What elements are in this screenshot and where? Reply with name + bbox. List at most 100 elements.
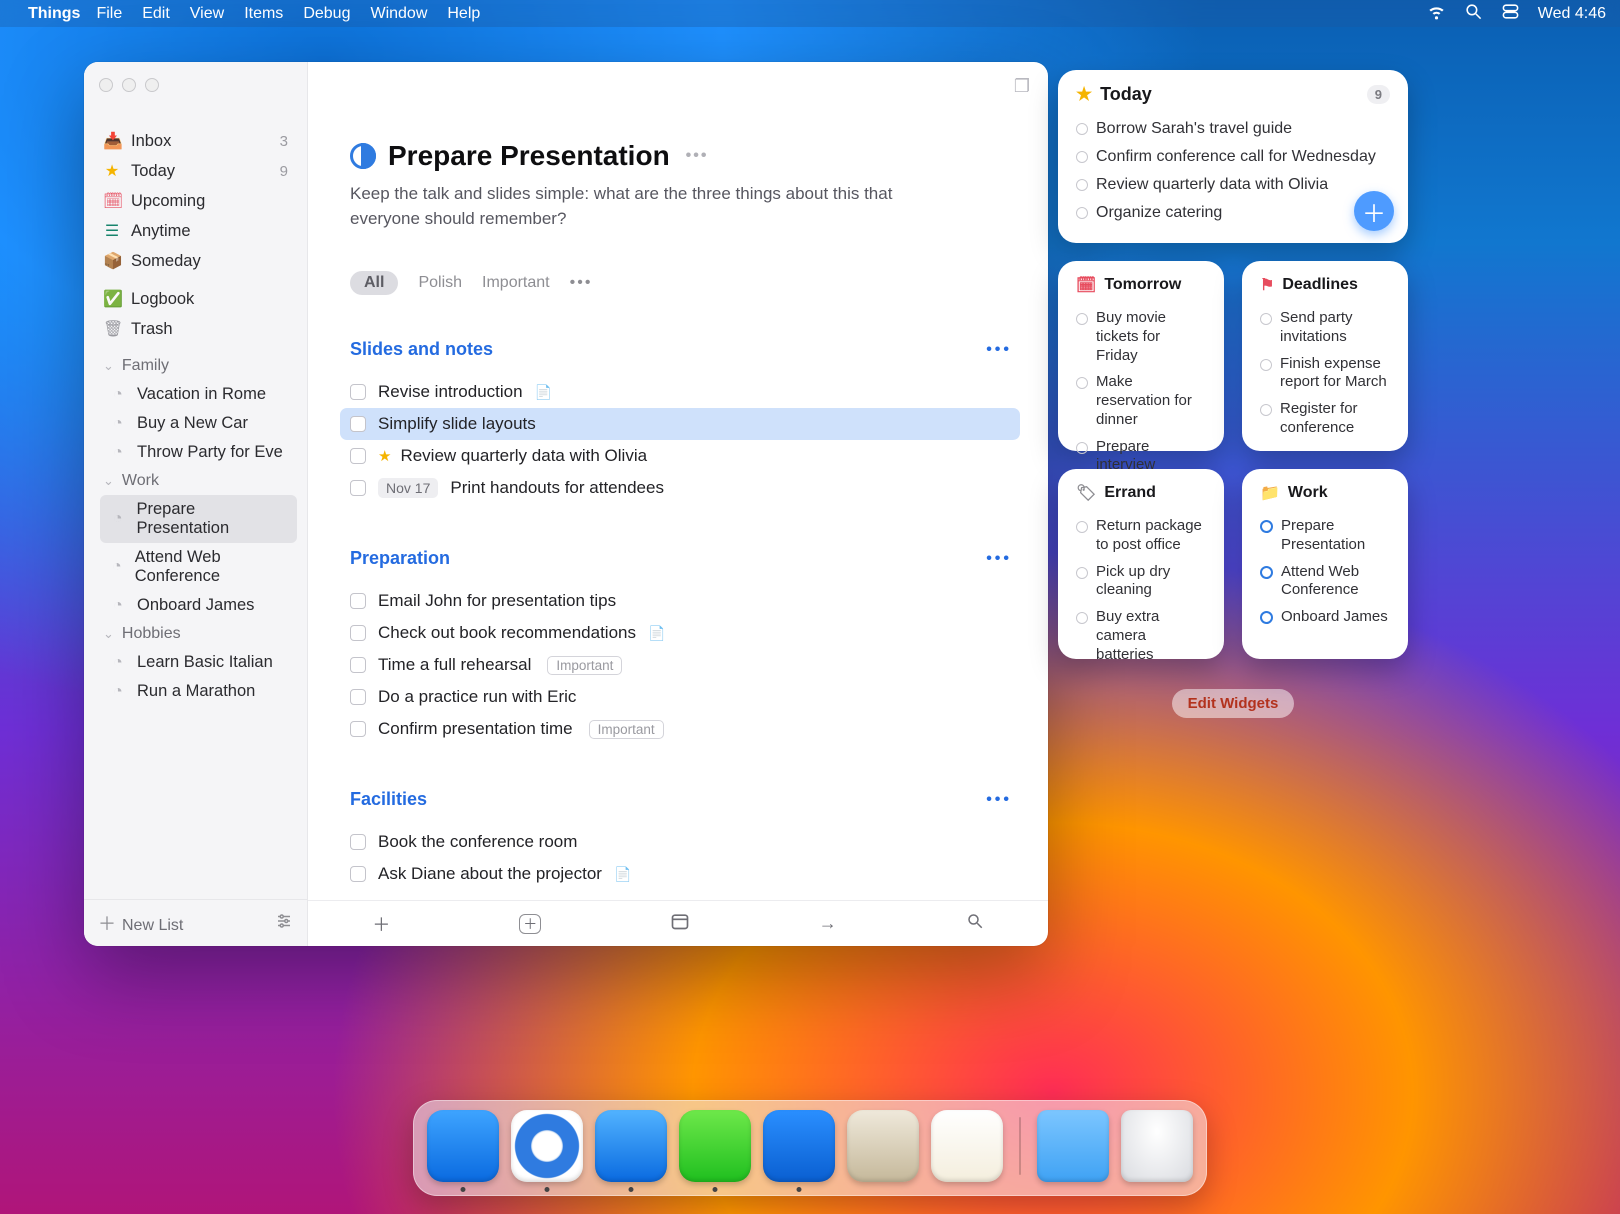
task-row[interactable]: Email John for presentation tips [350,585,1020,617]
menubar-clock[interactable]: Wed 4:46 [1538,5,1606,23]
section-more-icon[interactable]: ••• [986,341,1012,359]
sidebar-project[interactable]: ◔ Run a Marathon [100,677,297,706]
menu-file[interactable]: File [96,5,122,23]
filter-all[interactable]: All [350,271,398,295]
task-tag[interactable]: Important [589,720,664,739]
task-tag[interactable]: Important [547,656,622,675]
dock-ink[interactable] [847,1110,919,1182]
sidebar-settings-icon[interactable] [275,912,293,935]
menu-help[interactable]: Help [447,5,480,23]
task-row[interactable]: ★ Review quarterly data with Olivia [350,440,1020,472]
checkbox[interactable] [350,834,366,850]
sidebar-project[interactable]: ◔ Buy a New Car [100,409,297,438]
checkbox[interactable] [350,593,366,609]
sidebar-inbox[interactable]: 📥 Inbox 3 [94,126,297,156]
widget-today[interactable]: ★Today9 Borrow Sarah's travel guide Conf… [1058,70,1408,243]
widget-item[interactable]: Onboard James [1260,604,1390,631]
area-hobbies[interactable]: ⌄ Hobbies [94,620,297,648]
project-more-icon[interactable]: ••• [686,147,709,165]
checkbox[interactable] [350,657,366,673]
checkbox[interactable] [350,721,366,737]
menu-items[interactable]: Items [244,5,283,23]
filter-important[interactable]: Important [482,274,550,292]
widget-item[interactable]: Register for conference [1260,396,1390,442]
sidebar-project[interactable]: ◔ Learn Basic Italian [100,648,297,677]
task-row[interactable]: Confirm presentation time Important [350,713,1020,745]
checkbox[interactable] [350,866,366,882]
menu-view[interactable]: View [190,5,224,23]
section-more-icon[interactable]: ••• [986,791,1012,809]
widget-errand[interactable]: 🏷Errand Return package to post office Pi… [1058,469,1224,659]
menu-debug[interactable]: Debug [303,5,350,23]
sidebar-logbook[interactable]: ✅ Logbook [94,284,297,314]
menubar[interactable]: Things File Edit View Items Debug Window… [0,0,1620,27]
sidebar-project[interactable]: ◔ Throw Party for Eve [100,438,297,467]
checkbox[interactable] [350,625,366,641]
widget-item[interactable]: Prepare Presentation [1260,513,1390,559]
sidebar-project[interactable]: ◔ Prepare Presentation [100,495,297,543]
widget-item[interactable]: Buy movie tickets for Friday [1076,305,1206,369]
widget-item[interactable]: Organize catering [1076,199,1390,227]
task-row[interactable]: Book the conference room [350,826,1020,858]
dock-trash[interactable] [1121,1110,1193,1182]
task-row[interactable]: Do a practice run with Eric [350,681,1020,713]
move-button[interactable]: → [819,913,837,934]
checkbox[interactable] [350,416,366,432]
sidebar-project[interactable]: ◔ Vacation in Rome [100,380,297,409]
when-button[interactable] [670,911,690,936]
dock-notes[interactable] [931,1110,1003,1182]
widget-item[interactable]: Confirm conference call for Wednesday [1076,143,1390,171]
task-row[interactable]: Simplify slide layouts [340,408,1020,440]
task-row[interactable]: Nov 17 Print handouts for attendees [350,472,1020,504]
task-row[interactable]: Time a full rehearsal Important [350,649,1020,681]
widget-item[interactable]: Return package to post office [1076,513,1206,559]
section-heading[interactable]: Facilities [350,789,427,810]
section-heading[interactable]: Preparation [350,548,450,569]
spotlight-icon[interactable] [1464,2,1483,26]
sidebar-today[interactable]: ★ Today 9 [94,156,297,186]
filter-polish[interactable]: Polish [418,274,462,292]
new-heading-button[interactable]: ＋ [519,914,541,934]
task-row[interactable]: Check out book recommendations 📄 [350,617,1020,649]
filter-more-icon[interactable]: ••• [570,274,593,292]
task-row[interactable]: Revise introduction 📄 [350,376,1020,408]
widget-tomorrow[interactable]: 🗓Tomorrow Buy movie tickets for Friday M… [1058,261,1224,451]
area-family[interactable]: ⌄ Family [94,352,297,380]
dock-messages[interactable] [679,1110,751,1182]
dock-things[interactable] [763,1110,835,1182]
widget-work[interactable]: 📁Work Prepare Presentation Attend Web Co… [1242,469,1408,659]
task-row[interactable]: Ask Diane about the projector 📄 [350,858,1020,890]
sidebar-someday[interactable]: 📦 Someday [94,246,297,276]
control-center-icon[interactable] [1501,2,1520,26]
sidebar-upcoming[interactable]: 🗓 Upcoming [94,186,297,216]
widget-item[interactable]: Finish expense report for March [1260,351,1390,397]
sidebar-project[interactable]: ◔ Onboard James [100,591,297,620]
sidebar-project[interactable]: ◔ Attend Web Conference [100,543,297,591]
sidebar-trash[interactable]: 🗑 Trash [94,314,297,344]
section-more-icon[interactable]: ••• [986,550,1012,568]
section-heading[interactable]: Slides and notes [350,339,493,360]
window-traffic-lights[interactable] [84,62,307,92]
dock-finder[interactable] [427,1110,499,1182]
new-list-button[interactable]: ＋New List [98,910,183,936]
dock-safari[interactable] [511,1110,583,1182]
search-button[interactable] [966,912,984,935]
widget-deadlines[interactable]: ⚑Deadlines Send party invitations Finish… [1242,261,1408,451]
dock[interactable] [413,1100,1207,1196]
menu-window[interactable]: Window [370,5,427,23]
widget-item[interactable]: Send party invitations [1260,305,1390,351]
menu-edit[interactable]: Edit [142,5,170,23]
wifi-icon[interactable] [1427,2,1446,26]
dock-mail[interactable] [595,1110,667,1182]
widget-item[interactable]: Pick up dry cleaning [1076,559,1206,605]
widget-item[interactable]: Borrow Sarah's travel guide [1076,115,1390,143]
dock-downloads[interactable] [1037,1110,1109,1182]
widget-item[interactable]: Review quarterly data with Olivia [1076,171,1390,199]
checkbox[interactable] [350,480,366,496]
checkbox[interactable] [350,448,366,464]
multi-window-icon[interactable]: ❐ [1014,76,1030,97]
widget-item[interactable]: Buy extra camera batteries [1076,604,1206,668]
checkbox[interactable] [350,384,366,400]
menubar-app-title[interactable]: Things [28,5,80,23]
widget-add-button[interactable]: ＋ [1354,191,1394,231]
